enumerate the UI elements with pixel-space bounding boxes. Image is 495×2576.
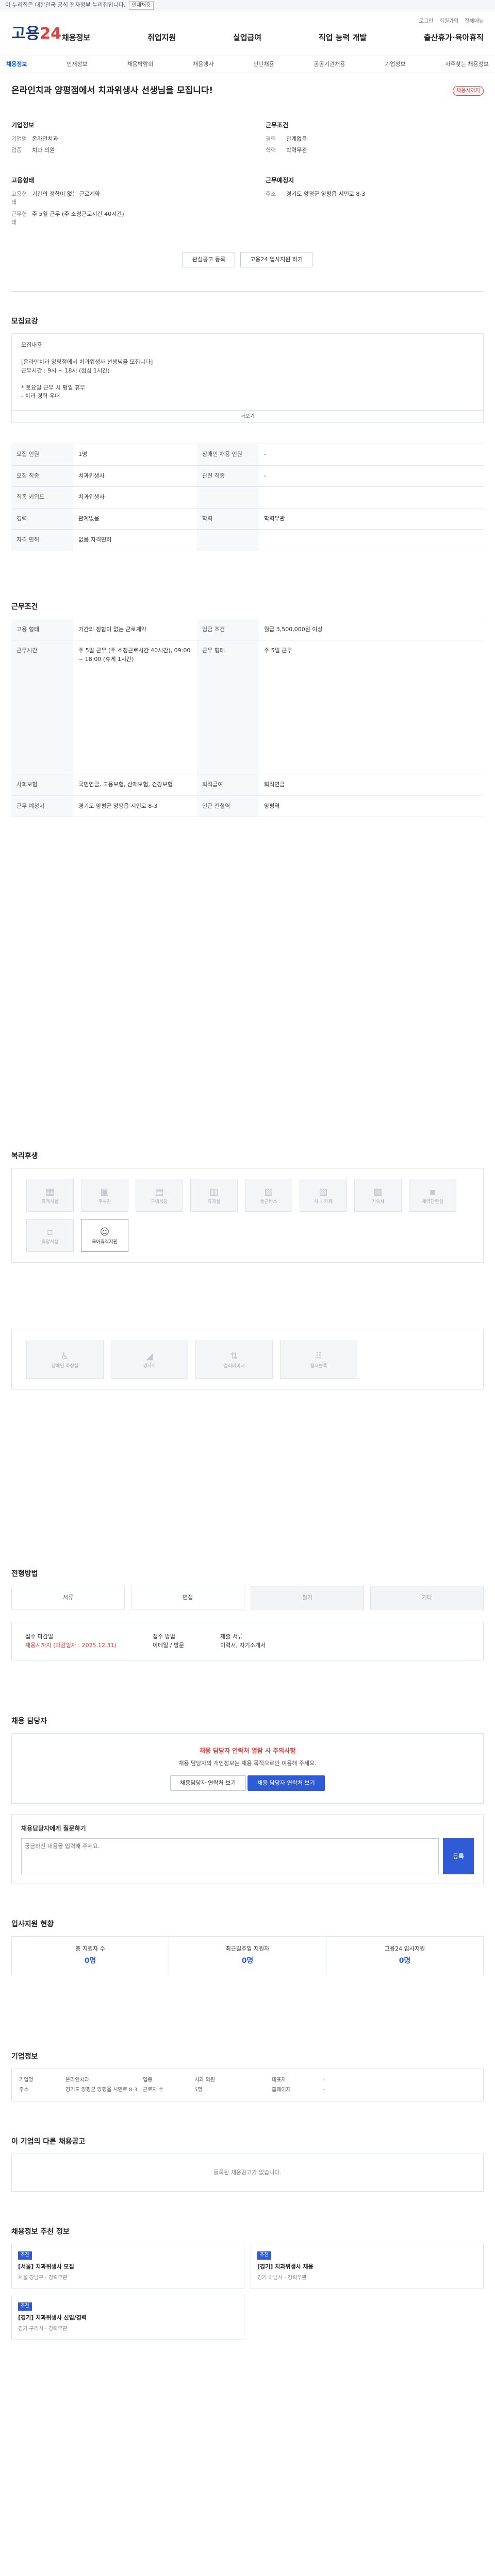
all-menu-link[interactable]: 전체메뉴 xyxy=(465,18,484,25)
subnav-item[interactable]: 기업정보 xyxy=(385,60,405,69)
section-stats: 입사지원 현황 xyxy=(11,1920,54,1928)
access-item: ♿ 장애인 화장실 xyxy=(26,1341,104,1379)
contact-panel: 채용 담당자 연락처 열람 시 주의사항 채용 담당자의 개인정보는 채용 목적… xyxy=(11,1733,484,1804)
subnav-item[interactable]: 공공기관채용 xyxy=(314,60,345,69)
inquiry-box: 채용담당자에게 질문하기 등록 xyxy=(11,1814,484,1884)
subnav-item[interactable]: 인턴채용 xyxy=(253,60,274,69)
summary-panel: 모집내용 [온라인치과 양평점에서 치과위생사 선생님을 모집니다] 근무시간 … xyxy=(11,333,484,411)
job-summary: 기업정보 기업명 온라인치과 업종 치과 의원 근무조건 경력 관계없음 학력 학력무관… xyxy=(11,121,484,248)
apply-info: 접수 마감일 채용시까지 (마감일자 : 2025.12.31) 접수 방법 이메일… xyxy=(11,1622,484,1660)
work-table: 고용 형태 기간의 정함이 없는 근로계약 임금 조건 월급 3,500,000원 이… xyxy=(11,618,484,818)
section-company: 기업정보 xyxy=(11,2052,38,2061)
signup-link[interactable]: 회원가입 xyxy=(439,18,458,25)
baby-icon: ☺ xyxy=(100,1226,110,1238)
welfare-item: ▨ 사내 카페 xyxy=(300,1179,347,1212)
nav-training[interactable]: 직업 능력 개발 xyxy=(319,32,367,44)
cup-icon: ▨ xyxy=(319,1186,328,1197)
section-summary: 모집요강 xyxy=(11,317,38,326)
company-grid: 기업명 온라인치과 업종 치과 의원 대표자 - 주소 경기도 양평군 양평읍 시민로 … xyxy=(11,2068,484,2102)
subnav-item[interactable]: 채용정보 xyxy=(6,60,27,69)
welfare-item: ▪ 체력단련실 xyxy=(409,1179,456,1212)
welfare-item: ▩ 기숙사 xyxy=(354,1179,402,1212)
section-welfare: 복리후생 xyxy=(11,1152,38,1160)
summary-condition: 근무조건 경력 관계없음 학력 학력무관 xyxy=(266,121,307,154)
apply-method-tabs: 서류 면접 필기 기타 xyxy=(11,1586,484,1609)
tab-written[interactable]: 필기 xyxy=(251,1586,364,1609)
welfare-item: ▦ 휴게시설 xyxy=(26,1179,74,1212)
recommend-card[interactable]: 추천 [경기] 치과위생사 신입/경력 경기 구리시 · 경력무관 xyxy=(11,2295,244,2340)
summary-hire: 고용형태 고용형태 기간의 정함이 없는 근로계약 근무형태 주 5일 근무 (주 … xyxy=(11,176,124,226)
wheelchair-icon: ♿ xyxy=(60,1350,70,1362)
summary-company: 기업정보 기업명 온라인치과 업종 치과 의원 xyxy=(11,121,58,154)
deadline-badge: 채용시까지 xyxy=(453,86,484,96)
apply-stats: 총 지원자 수 0명 최근일주일 지원자 0명 고용24 입사지원 0명 xyxy=(11,1936,484,1975)
summary-place: 근무예정지 주소 경기도 양평군 양평읍 시민로 8-3 xyxy=(266,176,366,197)
section-recent: 이 기업의 다른 채용공고 xyxy=(11,2137,86,2146)
section-apply: 전형방법 xyxy=(11,1570,38,1578)
building-icon: ▦ xyxy=(45,1186,55,1197)
braille-icon: ⠿ xyxy=(315,1350,322,1362)
util-menu: 로그인 회원가입 전체메뉴 xyxy=(419,18,484,25)
access-item: ⠿ 점자블록 xyxy=(280,1341,357,1379)
gov-banner: 이 누리집은 대한민국 공식 전자정부 누리집입니다. 인재채용 xyxy=(0,0,495,11)
recruit-table: 모집 인원 1명 장애인 채용 인원 - 모집 직종 치과위생사 관련 직종 - 직종 키워… xyxy=(11,444,484,551)
welfare-icons: ▦ 휴게시설 ▣ 주차장 ▤ 구내식당 ▥ 휴게실 ▧ 통근버스 ▨ 사내 카페 ▩ 기숙사 … xyxy=(11,1168,484,1263)
car-icon: ▣ xyxy=(100,1186,109,1197)
recommend-card[interactable]: 추천 [서울] 치과위생사 모집 서울 강남구 · 경력무관 xyxy=(11,2244,244,2289)
apply-button[interactable]: 고용24 입사지원 하기 xyxy=(240,251,313,267)
tab-docs[interactable]: 서류 xyxy=(11,1586,125,1609)
accessibility-icons: ♿ 장애인 화장실 ◢ 경사로 ⇅ 엘리베이터 ⠿ 점자블록 xyxy=(11,1330,484,1389)
nav-jobs[interactable]: 채용정보 xyxy=(62,32,90,44)
subnav-item[interactable]: 채용박람회 xyxy=(127,60,154,69)
tab-interview[interactable]: 면접 xyxy=(131,1586,244,1609)
access-item: ⇅ 엘리베이터 xyxy=(195,1341,273,1379)
job-header: 온라인치과 양평점에서 치과위생사 선생님을 모집니다! 채용시까지 기업정보 … xyxy=(11,73,484,292)
subnav-item[interactable]: 채용행사 xyxy=(193,60,213,69)
recent-empty: 등록된 채용공고가 없습니다. xyxy=(11,2153,484,2192)
bus-icon: ▧ xyxy=(264,1186,273,1197)
ramp-icon: ◢ xyxy=(146,1350,153,1362)
nav-support[interactable]: 취업지원 xyxy=(147,32,176,44)
more-toggle[interactable]: 더보기 xyxy=(11,411,484,423)
recommend-card[interactable]: 추천 [경기] 치과위생사 채용 경기 하남시 · 경력무관 xyxy=(251,2244,484,2289)
home-icon: ▩ xyxy=(373,1186,383,1197)
tab-etc[interactable]: 기타 xyxy=(370,1586,484,1609)
section-recommend: 채용정보 추천 정보 xyxy=(11,2228,70,2236)
job-title: 온라인치과 양평점에서 치과위생사 선생님을 모집니다! xyxy=(11,86,213,96)
nav-benefit[interactable]: 실업급여 xyxy=(233,32,261,44)
site-header: 고용24 로그인 회원가입 전체메뉴 채용정보 취업지원 실업급여 직업 능력 … xyxy=(0,11,495,56)
recommend-grid: 추천 [서울] 치과위생사 모집 서울 강남구 · 경력무관 추천 [경기] 치과위생… xyxy=(11,2244,484,2340)
sofa-icon: ▥ xyxy=(209,1186,219,1197)
welfare-item: ☺ 육아휴직지원 xyxy=(81,1219,128,1252)
login-link[interactable]: 로그인 xyxy=(419,18,434,25)
dumbbell-icon: ▪ xyxy=(429,1186,436,1197)
tree-icon: ▫ xyxy=(46,1226,54,1238)
nav-leave[interactable]: 출산휴가·육아휴직 xyxy=(424,32,484,44)
recruit-button[interactable]: 인재채용 xyxy=(128,1,154,10)
welfare-item: ▥ 휴게실 xyxy=(190,1179,238,1212)
welfare-item: ▧ 통근버스 xyxy=(245,1179,292,1212)
section-contact: 채용 담당자 xyxy=(11,1717,47,1725)
main-nav: 채용정보 취업지원 실업급여 직업 능력 개발 출산휴가·육아휴직 xyxy=(62,32,484,44)
inquiry-input[interactable] xyxy=(21,1838,439,1874)
inquiry-submit-button[interactable]: 등록 xyxy=(443,1838,474,1874)
welfare-item: ▤ 구내식당 xyxy=(136,1179,183,1212)
view-contact-button-2[interactable]: 채용 담당자 연락처 보기 xyxy=(248,1775,325,1791)
welfare-item: ▫ 휴양시설 xyxy=(26,1219,74,1252)
section-work: 근무조건 xyxy=(11,602,38,611)
subnav-item[interactable]: 자주찾는 채용정보 xyxy=(445,60,488,69)
save-job-button[interactable]: 관심공고 등록 xyxy=(182,251,236,267)
welfare-item: ▣ 주차장 xyxy=(81,1179,128,1212)
access-item: ◢ 경사로 xyxy=(111,1341,188,1379)
sub-nav: 채용정보 인재정보 채용박람회 채용행사 인턴채용 공공기관채용 기업정보 자주… xyxy=(0,56,495,73)
elevator-icon: ⇅ xyxy=(230,1350,238,1362)
meal-icon: ▤ xyxy=(155,1186,164,1197)
subnav-item[interactable]: 인재정보 xyxy=(67,60,87,69)
view-contact-button[interactable]: 채용담당자 연락처 보기 xyxy=(170,1775,246,1791)
site-logo[interactable]: 고용24 xyxy=(11,22,61,45)
